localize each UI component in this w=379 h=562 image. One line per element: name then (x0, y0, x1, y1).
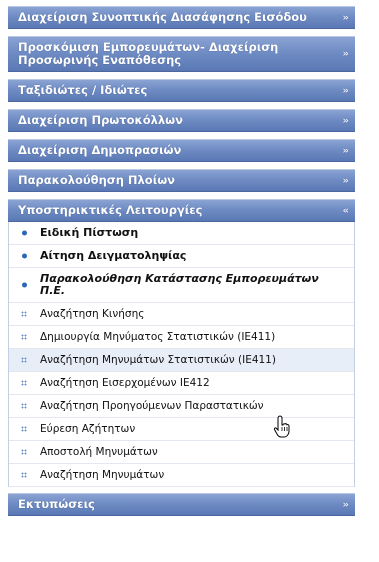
menu-item-goods-status-tracking[interactable]: Παρακολούθηση Κατάστασης Εμπορευμάτων Π.… (9, 268, 354, 303)
section-auctions[interactable]: Διαχείριση Δημοπρασιών » (8, 139, 355, 162)
section-label: Εκτυπώσεις (18, 497, 95, 511)
menu-item-label: Εύρεση Αζήτητων (40, 423, 136, 435)
menu-item-label: Αναζήτηση Εισερχομένων ΙΕ412 (40, 377, 210, 389)
section-entry-summary-declaration[interactable]: Διαχείριση Συνοπτικής Διασάφησης Εισόδου… (8, 6, 355, 29)
section-label: Διαχείριση Συνοπτικής Διασάφησης Εισόδου (18, 10, 307, 24)
section-goods-presentation[interactable]: Προσκόμιση Εμπορευμάτων- Διαχείριση Προσ… (8, 36, 355, 72)
chevron-down-icon: » (342, 12, 349, 23)
section-label: Παρακολούθηση Πλοίων (18, 173, 176, 187)
chevron-down-icon: » (342, 175, 349, 186)
section-ship-tracking[interactable]: Παρακολούθηση Πλοίων » (8, 169, 355, 192)
chevron-up-icon: « (342, 205, 349, 216)
menu-item-label: Ειδική Πίστωση (40, 226, 139, 239)
menu-item-label: Δημιουργία Μηνύματος Στατιστικών (ΙΕ411) (40, 331, 276, 343)
dots-icon (21, 472, 27, 478)
menu-item-label: Αναζήτηση Κινήσης (40, 308, 145, 320)
section-protocols[interactable]: Διαχείριση Πρωτοκόλλων » (8, 109, 355, 132)
chevron-down-icon: » (342, 499, 349, 510)
menu-item-movement-search[interactable]: Αναζήτηση Κινήσης (9, 303, 354, 326)
section-printouts[interactable]: Εκτυπώσεις » (8, 493, 355, 516)
dots-icon (21, 334, 27, 340)
menu-item-search-statistics-messages[interactable]: Αναζήτηση Μηνυμάτων Στατιστικών (ΙΕ411) (9, 349, 354, 372)
chevron-down-icon: » (342, 85, 349, 96)
section-label: Διαχείριση Πρωτοκόλλων (18, 113, 183, 127)
menu-item-search-messages[interactable]: Αναζήτηση Μηνυμάτων (9, 464, 354, 487)
chevron-down-icon: » (342, 145, 349, 156)
dots-icon (21, 357, 27, 363)
menu-item-label: Αίτηση Δειγματοληψίας (40, 249, 187, 262)
section-label: Υποστηρικτικές Λειτουργίες (18, 203, 203, 217)
menu-item-sampling-request[interactable]: Αίτηση Δειγματοληψίας (9, 245, 354, 268)
dots-icon (21, 449, 27, 455)
dots-icon (21, 311, 27, 317)
menu-item-special-credit[interactable]: Ειδική Πίστωση (9, 222, 354, 245)
dots-icon (21, 380, 27, 386)
menu-item-create-statistics-message[interactable]: Δημιουργία Μηνύματος Στατιστικών (ΙΕ411) (9, 326, 354, 349)
section-label: Προσκόμιση Εμπορευμάτων- Διαχείριση Προσ… (18, 40, 279, 67)
menu-item-label: Παρακολούθηση Κατάστασης Εμπορευμάτων Π.… (40, 272, 319, 297)
section-label: Διαχείριση Δημοπρασιών (18, 143, 182, 157)
menu-item-search-incoming-ie412[interactable]: Αναζήτηση Εισερχομένων ΙΕ412 (9, 372, 354, 395)
support-functions-list: Ειδική Πίστωση Αίτηση Δειγματοληψίας Παρ… (8, 222, 355, 487)
menu-item-label: Αναζήτηση Προηγούμενων Παραστατικών (40, 400, 264, 412)
bullet-icon (22, 230, 27, 236)
section-support-functions[interactable]: Υποστηρικτικές Λειτουργίες « (8, 199, 355, 222)
navigation-menu: Διαχείριση Συνοπτικής Διασάφησης Εισόδου… (8, 6, 355, 523)
menu-item-send-messages[interactable]: Αποστολή Μηνυμάτων (9, 441, 354, 464)
hand-pointer-icon (273, 415, 290, 438)
chevron-down-icon: » (342, 115, 349, 126)
bullet-icon (22, 282, 27, 288)
menu-item-label: Αποστολή Μηνυμάτων (40, 446, 158, 458)
bullet-icon (22, 253, 27, 259)
section-travellers[interactable]: Ταξιδιώτες / Ιδιώτες » (8, 79, 355, 102)
menu-item-label: Αναζήτηση Μηνυμάτων (40, 469, 165, 481)
chevron-down-icon: » (342, 48, 349, 60)
menu-item-search-previous-documents[interactable]: Αναζήτηση Προηγούμενων Παραστατικών (9, 395, 354, 418)
section-label: Ταξιδιώτες / Ιδιώτες (18, 83, 148, 97)
dots-icon (21, 426, 27, 432)
menu-item-label: Αναζήτηση Μηνυμάτων Στατιστικών (ΙΕ411) (40, 354, 276, 366)
dots-icon (21, 403, 27, 409)
menu-item-find-unclaimed[interactable]: Εύρεση Αζήτητων (9, 418, 354, 441)
